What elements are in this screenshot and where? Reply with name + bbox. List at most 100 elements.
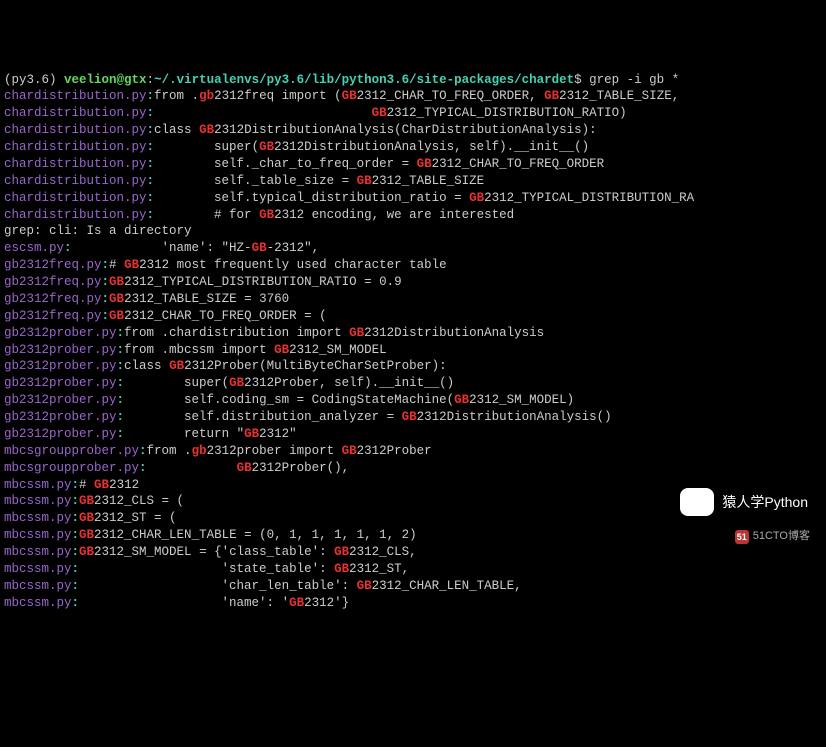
output-line: gb2312prober.py: self.distribution_analy…: [4, 409, 822, 426]
filename: mbcssm.py: [4, 545, 72, 559]
output-line: mbcsgroupprober.py:from .gb2312prober im…: [4, 443, 822, 460]
filename: chardistribution.py: [4, 157, 147, 171]
colon: :: [139, 444, 147, 458]
filename: gb2312freq.py: [4, 258, 102, 272]
colon: :: [72, 596, 80, 610]
output-line: chardistribution.py: super(GB2312Distrib…: [4, 139, 822, 156]
colon: :: [117, 343, 125, 357]
filename: chardistribution.py: [4, 174, 147, 188]
colon: :: [64, 241, 72, 255]
filename: mbcssm.py: [4, 511, 72, 525]
output-line: mbcssm.py: 'state_table': GB2312_ST,: [4, 561, 822, 578]
colon: :: [102, 275, 110, 289]
colon: :: [117, 359, 125, 373]
prompt-line: (py3.6) veelion@gtx:~/.virtualenvs/py3.6…: [4, 72, 822, 89]
filename: gb2312freq.py: [4, 292, 102, 306]
colon: :: [72, 579, 80, 593]
filename: gb2312prober.py: [4, 326, 117, 340]
blog-text: 51CTO博客: [753, 529, 810, 544]
colon: :: [72, 528, 80, 542]
filename: chardistribution.py: [4, 140, 147, 154]
cto51-icon: 51: [735, 530, 749, 544]
colon: :: [147, 191, 155, 205]
filename: mbcssm.py: [4, 478, 72, 492]
colon: :: [72, 478, 80, 492]
output-line: chardistribution.py: # for GB2312 encodi…: [4, 207, 822, 224]
filename: chardistribution.py: [4, 106, 147, 120]
colon: :: [72, 545, 80, 559]
colon: :: [117, 376, 125, 390]
colon: :: [117, 410, 125, 424]
filename: gb2312prober.py: [4, 376, 117, 390]
colon: :: [117, 427, 125, 441]
terminal-output: (py3.6) veelion@gtx:~/.virtualenvs/py3.6…: [4, 72, 822, 612]
filename: mbcssm.py: [4, 494, 72, 508]
filename: chardistribution.py: [4, 191, 147, 205]
colon: :: [72, 494, 80, 508]
colon: :: [147, 140, 155, 154]
output-line: chardistribution.py: self.typical_distri…: [4, 190, 822, 207]
output-line: chardistribution.py: self._table_size = …: [4, 173, 822, 190]
colon: :: [102, 258, 110, 272]
colon: :: [72, 511, 80, 525]
filename: mbcssm.py: [4, 528, 72, 542]
filename: gb2312prober.py: [4, 410, 117, 424]
colon: :: [117, 326, 125, 340]
output-line: gb2312freq.py:# GB2312 most frequently u…: [4, 257, 822, 274]
output-line: gb2312prober.py:from .mbcssm import GB23…: [4, 342, 822, 359]
filename: gb2312prober.py: [4, 393, 117, 407]
output-line: gb2312freq.py:GB2312_TYPICAL_DISTRIBUTIO…: [4, 274, 822, 291]
prompt-sep: :: [147, 73, 155, 87]
filename: mbcsgroupprober.py: [4, 444, 139, 458]
filename: chardistribution.py: [4, 208, 147, 222]
output-line: mbcssm.py: 'char_len_table': GB2312_CHAR…: [4, 578, 822, 595]
output-line: gb2312freq.py:GB2312_CHAR_TO_FREQ_ORDER …: [4, 308, 822, 325]
colon: :: [72, 562, 80, 576]
colon: :: [147, 106, 155, 120]
output-line: mbcssm.py:GB2312_SM_MODEL = {'class_tabl…: [4, 544, 822, 561]
filename: gb2312prober.py: [4, 359, 117, 373]
colon: :: [147, 174, 155, 188]
output-line: gb2312prober.py: self.coding_sm = Coding…: [4, 392, 822, 409]
user-host: veelion@gtx: [64, 73, 147, 87]
output-line: chardistribution.py: GB2312_TYPICAL_DIST…: [4, 105, 822, 122]
output-line: gb2312prober.py:class GB2312Prober(Multi…: [4, 358, 822, 375]
prompt-dollar: $: [574, 73, 582, 87]
filename: mbcssm.py: [4, 579, 72, 593]
venv: (py3.6): [4, 73, 57, 87]
colon: :: [147, 157, 155, 171]
cwd: ~/.virtualenvs/py3.6/lib/python3.6/site-…: [154, 73, 574, 87]
wechat-icon: [680, 488, 714, 516]
filename: mbcssm.py: [4, 596, 72, 610]
blog-watermark: 51 51CTO博客: [735, 529, 810, 544]
colon: :: [102, 309, 110, 323]
output-line: gb2312prober.py: return "GB2312": [4, 426, 822, 443]
colon: :: [139, 461, 147, 475]
filename: mbcssm.py: [4, 562, 72, 576]
filename: gb2312freq.py: [4, 275, 102, 289]
filename: gb2312freq.py: [4, 309, 102, 323]
filename: gb2312prober.py: [4, 343, 117, 357]
colon: :: [147, 123, 155, 137]
output-line: mbcssm.py: 'name': 'GB2312'}: [4, 595, 822, 612]
wechat-watermark: 猿人学Python: [680, 488, 808, 516]
output-line: mbcssm.py:GB2312_CHAR_LEN_TABLE = (0, 1,…: [4, 527, 822, 544]
colon: :: [102, 292, 110, 306]
output-line: grep: cli: Is a directory: [4, 223, 822, 240]
filename: chardistribution.py: [4, 89, 147, 103]
filename: escsm.py: [4, 241, 64, 255]
output-line: gb2312prober.py: super(GB2312Prober, sel…: [4, 375, 822, 392]
output-line: chardistribution.py:class GB2312Distribu…: [4, 122, 822, 139]
watermark-text: 猿人学Python: [722, 493, 808, 512]
output-line: mbcsgroupprober.py: GB2312Prober(),: [4, 460, 822, 477]
output-line: chardistribution.py: self._char_to_freq_…: [4, 156, 822, 173]
colon: :: [147, 208, 155, 222]
filename: chardistribution.py: [4, 123, 147, 137]
output-line: gb2312freq.py:GB2312_TABLE_SIZE = 3760: [4, 291, 822, 308]
filename: mbcsgroupprober.py: [4, 461, 139, 475]
output-line: chardistribution.py:from .gb2312freq imp…: [4, 88, 822, 105]
colon: :: [117, 393, 125, 407]
colon: :: [147, 89, 155, 103]
command-text[interactable]: grep -i gb *: [582, 73, 680, 87]
output-line: gb2312prober.py:from .chardistribution i…: [4, 325, 822, 342]
